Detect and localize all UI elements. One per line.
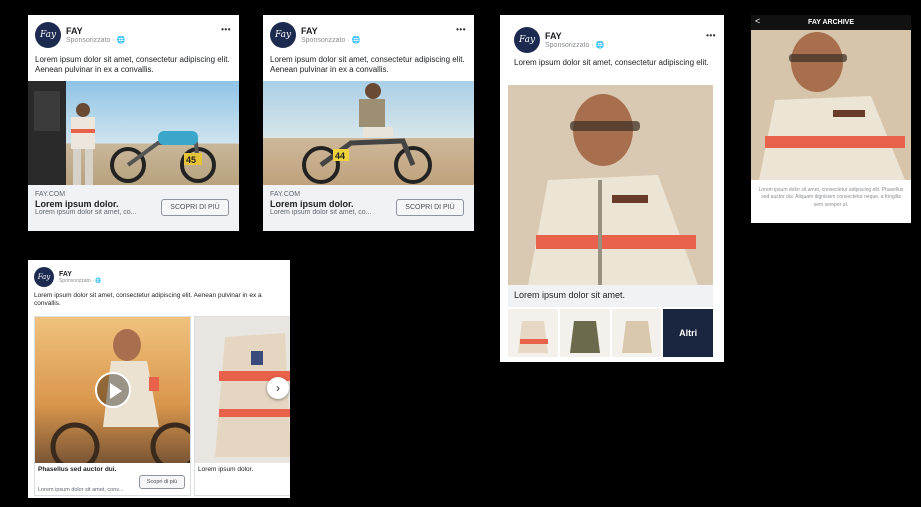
sponsored-label: Sponsorizzato · 🌐 bbox=[66, 37, 126, 44]
ad-card-1: Fay FAY Sponsorizzato · 🌐 ••• Lorem ipsu… bbox=[28, 15, 239, 231]
more-products-thumb[interactable]: Altri bbox=[663, 309, 713, 357]
product-thumb-2[interactable] bbox=[559, 309, 610, 357]
brand-name[interactable]: FAY bbox=[59, 271, 101, 278]
ad-hero-image[interactable] bbox=[508, 85, 713, 285]
ad-image[interactable]: 44 bbox=[263, 81, 474, 185]
brand-logo[interactable]: Fay bbox=[514, 27, 540, 53]
brand-logo[interactable]: Fay bbox=[35, 22, 61, 48]
ad-domain: FAY.COM bbox=[270, 191, 301, 198]
ad-footer[interactable]: FAY.COM Lorem ipsum dolor. Lorem ipsum d… bbox=[263, 185, 474, 231]
ad-header: Fay FAY Sponsorizzato · 🌐 ••• bbox=[263, 15, 474, 49]
ad-text: Lorem ipsum dolor sit amet, consectetur … bbox=[35, 55, 230, 75]
ad-text: Lorem ipsum dolor sit amet, consectetur … bbox=[34, 292, 262, 308]
learn-more-button[interactable]: SCOPRI DI PIÙ bbox=[161, 199, 229, 216]
product-thumb-3[interactable] bbox=[611, 309, 662, 357]
motorcycle-photo: 45 bbox=[28, 81, 216, 185]
svg-text:45: 45 bbox=[186, 155, 196, 165]
sponsored-label: Sponsorizzato · 🌐 bbox=[59, 277, 102, 284]
brand-logo[interactable]: Fay bbox=[34, 267, 54, 287]
motorcycle-rider-photo: 44 bbox=[302, 83, 432, 184]
learn-more-button[interactable]: Scopri di più bbox=[139, 475, 185, 489]
ad-card-2: Fay FAY Sponsorizzato · 🌐 ••• Lorem ipsu… bbox=[263, 15, 474, 231]
learn-more-button[interactable]: SCOPRI DI PIÙ bbox=[396, 199, 464, 216]
carousel-item-title: Phasellus sed auctor dui. bbox=[38, 466, 117, 473]
carousel-item-title: Lorem ipsum dolor. bbox=[198, 466, 254, 473]
brand-name[interactable]: FAY bbox=[545, 31, 604, 41]
brand-logo[interactable]: Fay bbox=[270, 22, 296, 48]
jacket-closeup-photo bbox=[751, 30, 911, 180]
more-products-label: Altri bbox=[679, 328, 698, 338]
story-image[interactable] bbox=[751, 30, 911, 180]
story-header: < FAY ARCHIVE bbox=[751, 15, 911, 30]
product-thumb-1[interactable] bbox=[508, 309, 558, 357]
story-panel: < FAY ARCHIVE Lorem ipsum dolor sit amet… bbox=[751, 15, 911, 223]
story-text: Lorem ipsum dolor sit amet, consectetur … bbox=[758, 187, 904, 208]
ad-text: Lorem ipsum dolor sit amet, consectetur … bbox=[270, 55, 465, 75]
carousel-item-description: Lorem ipsum dolor sit amet, cons... bbox=[38, 487, 124, 493]
brand-name[interactable]: FAY bbox=[66, 26, 125, 36]
back-icon[interactable]: < bbox=[755, 16, 760, 26]
play-icon[interactable] bbox=[95, 372, 131, 408]
carousel-item-1[interactable]: Phasellus sed auctor dui. Lorem ipsum do… bbox=[34, 316, 191, 496]
brand-name[interactable]: FAY bbox=[301, 26, 360, 36]
more-options-icon[interactable]: ••• bbox=[456, 25, 466, 34]
ad-card-carousel: Fay FAY Sponsorizzato · 🌐 Lorem ipsum do… bbox=[28, 260, 290, 498]
sponsored-label: Sponsorizzato · 🌐 bbox=[545, 42, 605, 49]
ad-header: Fay FAY Sponsorizzato · 🌐 ••• bbox=[28, 15, 239, 49]
ad-text: Lorem ipsum dolor sit amet, consectetur … bbox=[514, 58, 709, 67]
ad-card-collection: Fay FAY Sponsorizzato · 🌐 ••• Lorem ipsu… bbox=[500, 15, 724, 362]
jacket-model-photo bbox=[508, 85, 713, 285]
carousel-next-icon[interactable]: › bbox=[267, 377, 289, 399]
carousel-item-2[interactable]: › Lorem ipsum dolor. bbox=[194, 316, 290, 496]
ad-header: Fay FAY Sponsorizzato · 🌐 bbox=[28, 260, 290, 288]
collection-caption[interactable]: Lorem ipsum dolor sit amet. bbox=[508, 285, 713, 307]
svg-text:44: 44 bbox=[335, 151, 345, 161]
ad-header: Fay FAY Sponsorizzato · 🌐 ••• bbox=[500, 15, 724, 55]
more-options-icon[interactable]: ••• bbox=[221, 25, 231, 34]
story-title: FAY ARCHIVE bbox=[807, 19, 855, 26]
ad-description: Lorem ipsum dolor sit amet, co... bbox=[270, 209, 372, 216]
product-thumbnails: Altri bbox=[508, 309, 713, 357]
carousel-item-image[interactable]: › bbox=[195, 317, 290, 463]
more-options-icon[interactable]: ••• bbox=[706, 31, 716, 40]
ad-footer[interactable]: FAY.COM Lorem ipsum dolor. Lorem ipsum d… bbox=[28, 185, 239, 231]
sponsored-label: Sponsorizzato · 🌐 bbox=[301, 37, 361, 44]
ad-domain: FAY.COM bbox=[35, 191, 66, 198]
ad-image[interactable]: 45 bbox=[28, 81, 239, 185]
carousel-video-thumbnail[interactable] bbox=[35, 317, 190, 463]
ad-description: Lorem ipsum dolor sit amet, co... bbox=[35, 209, 137, 216]
